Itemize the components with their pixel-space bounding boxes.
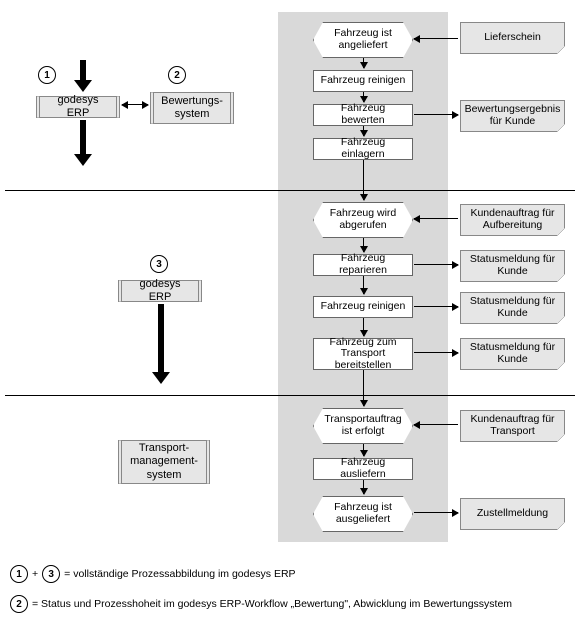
step-reparieren: Fahrzeug reparieren <box>313 254 413 276</box>
arrow-s7-s8 <box>363 318 364 336</box>
note-bewertungsergebnis: Bewertungsergebnis für Kunde <box>460 100 565 132</box>
step-abgerufen: Fahrzeug wird abgerufen <box>313 202 413 238</box>
step-reinigen-2: Fahrzeug reinigen <box>313 296 413 318</box>
system-bewertung: Bewertungs- system <box>150 92 234 124</box>
step-einlagern: Fahrzeug einlagern <box>313 138 413 160</box>
arrow-s6-s7 <box>363 276 364 294</box>
arrow-s3-s4 <box>363 126 364 136</box>
note-status-2: Statusmeldung für Kunde <box>460 292 565 324</box>
note-kundenauftrag-aufbereitung: Kundenauftrag für Aufbereitung <box>460 204 565 236</box>
thick-arrow-1b <box>80 120 86 156</box>
legend-1: 1 + 3 = vollständige Prozessabbildung im… <box>10 565 296 583</box>
system-transport: Transport- management- system <box>118 440 210 484</box>
step-angeliefert: Fahrzeug ist angeliefert <box>313 22 413 58</box>
step-ausliefern: Fahrzeug ausliefern <box>313 458 413 480</box>
legend-2: 2 = Status und Prozesshoheit im godesys … <box>10 595 512 613</box>
arrow-s8-s9 <box>363 370 364 406</box>
arrow-n8 <box>414 352 458 353</box>
step-transportauftrag: Transportauftrag ist erfolgt <box>313 408 413 444</box>
step-ausgeliefert: Fahrzeug ist ausgeliefert <box>313 496 413 532</box>
legend-1-text: = vollständige Prozessabbildung im godes… <box>64 568 295 580</box>
badge-3: 3 <box>150 255 168 273</box>
arrow-s9-s10 <box>363 444 364 456</box>
system-erp-2: godesys ERP <box>118 280 202 302</box>
note-kundenauftrag-transport: Kundenauftrag für Transport <box>460 410 565 442</box>
badge-3-label: 3 <box>156 259 162 270</box>
arrow-s5-s6 <box>363 238 364 252</box>
arrow-n7 <box>414 306 458 307</box>
arrow-n9 <box>414 424 458 425</box>
note-status-3: Statusmeldung für Kunde <box>460 338 565 370</box>
arrow-s4-s5 <box>363 160 364 200</box>
arrow-n11 <box>414 512 458 513</box>
step-bereitstellen: Fahrzeug zum Transport bereitstellen <box>313 338 413 370</box>
note-status-1: Statusmeldung für Kunde <box>460 250 565 282</box>
arrow-s2-s3 <box>363 92 364 102</box>
legend-2-text: = Status und Prozesshoheit im godesys ER… <box>32 598 512 610</box>
step-reinigen-1: Fahrzeug reinigen <box>313 70 413 92</box>
thick-arrow-1a <box>80 60 86 82</box>
badge-1-label: 1 <box>44 70 50 81</box>
legend-plus: + <box>32 568 38 580</box>
arrow-s1-s2 <box>363 58 364 68</box>
legend-badge-3: 3 <box>42 565 60 583</box>
legend-badge-1: 1 <box>10 565 28 583</box>
step-bewerten: Fahrzeug bewerten <box>313 104 413 126</box>
divider-2 <box>5 395 575 396</box>
arrow-n1 <box>414 38 458 39</box>
badge-2: 2 <box>168 66 186 84</box>
note-lieferschein: Lieferschein <box>460 22 565 54</box>
arrow-n3 <box>414 114 458 115</box>
arrow-s10-s11 <box>363 480 364 494</box>
legend-badge-2: 2 <box>10 595 28 613</box>
badge-1: 1 <box>38 66 56 84</box>
system-erp-1: godesys ERP <box>36 96 120 118</box>
note-zustellmeldung: Zustellmeldung <box>460 498 565 530</box>
arrow-n6 <box>414 264 458 265</box>
thick-arrow-3 <box>158 304 164 374</box>
divider-1 <box>5 190 575 191</box>
badge-2-label: 2 <box>174 70 180 81</box>
arrow-erp-bewertung <box>122 104 148 105</box>
arrow-n5 <box>414 218 458 219</box>
